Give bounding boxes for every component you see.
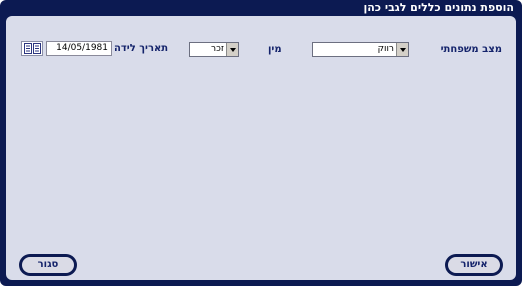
calendar-icon — [24, 43, 41, 54]
chevron-down-icon[interactable] — [396, 43, 408, 56]
dialog-title: הוספת נתונים כללים לגבי כהן — [363, 1, 514, 14]
close-button[interactable]: סגור — [19, 254, 77, 276]
close-button-label: סגור — [22, 257, 74, 273]
marital-status-value: רווק — [377, 44, 394, 54]
marital-status-label: מצב משפחתי — [440, 44, 502, 55]
title-bar: הוספת נתונים כללים לגבי כהן — [0, 0, 522, 16]
form-panel: מצב משפחתי רווק מין זכר תאריך לידה 14/05… — [6, 16, 516, 280]
gender-value: זכר — [211, 44, 224, 54]
dialog-window: הוספת נתונים כללים לגבי כהן מצב משפחתי ר… — [0, 0, 522, 286]
chevron-down-icon[interactable] — [226, 43, 238, 56]
calendar-button[interactable] — [21, 41, 43, 56]
confirm-button[interactable]: אישור — [445, 254, 503, 276]
confirm-button-label: אישור — [448, 257, 500, 273]
birth-date-label: תאריך לידה — [114, 43, 169, 54]
marital-status-select[interactable]: רווק — [312, 42, 409, 57]
birth-date-field[interactable]: 14/05/1981 — [46, 41, 112, 56]
gender-label: מין — [268, 44, 282, 55]
gender-select[interactable]: זכר — [189, 42, 239, 57]
